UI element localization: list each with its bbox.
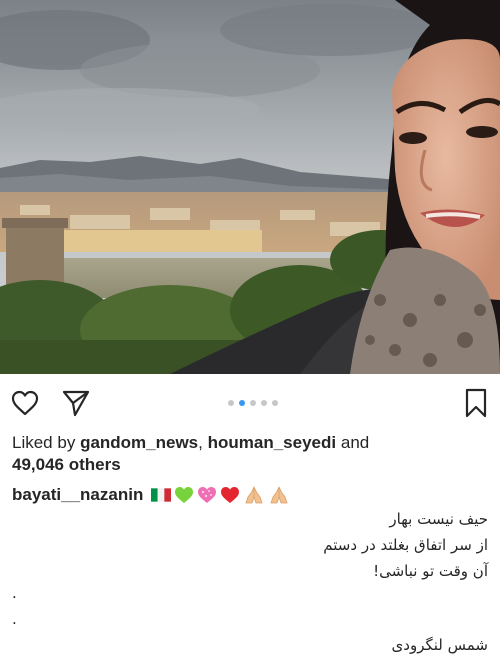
likes-summary: Liked by gandom_news, houman_seyedi and …: [12, 432, 492, 476]
caption-emojis: [151, 484, 290, 506]
caption-poet: شمس لنگرودی: [391, 636, 488, 654]
post-photo[interactable]: [0, 0, 500, 374]
carousel-dot: [228, 400, 234, 406]
likes-others-link[interactable]: 49,046 others: [12, 455, 121, 474]
carousel-dot-active: [239, 400, 245, 406]
carousel-indicator: [228, 399, 278, 407]
action-bar: [0, 374, 500, 432]
caption-line: .: [12, 610, 17, 628]
heart-outline-icon[interactable]: [10, 388, 40, 418]
instagram-post: Liked by gandom_news, houman_seyedi and …: [0, 0, 500, 666]
italy-flag-icon: [151, 488, 171, 502]
folded-hands-icon: [245, 486, 263, 504]
caption-line: .: [12, 584, 17, 602]
sparkling-heart-icon: [198, 487, 216, 503]
carousel-dot: [261, 400, 267, 406]
caption-line: آن وقت تو نباشی!: [373, 562, 488, 580]
liker-username-link[interactable]: houman_seyedi: [208, 433, 337, 452]
likes-separator: ,: [198, 433, 203, 452]
folded-hands-icon: [270, 486, 288, 504]
green-heart-icon: [175, 487, 193, 503]
carousel-dot: [272, 400, 278, 406]
liker-username-link[interactable]: gandom_news: [80, 433, 198, 452]
caption-username-link[interactable]: bayati__nazanin: [12, 484, 143, 506]
likes-prefix: Liked by: [12, 433, 76, 452]
likes-conjunction: and: [340, 433, 370, 452]
caption-line: از سر اتفاق بغلتد در دستم: [323, 536, 488, 554]
red-heart-icon: [221, 487, 239, 503]
selfie-florence-image: [0, 0, 500, 374]
caption-line: حیف نیست بهار: [389, 510, 488, 528]
carousel-dot: [250, 400, 256, 406]
paper-plane-icon[interactable]: [61, 388, 91, 418]
bookmark-icon[interactable]: [462, 387, 490, 419]
